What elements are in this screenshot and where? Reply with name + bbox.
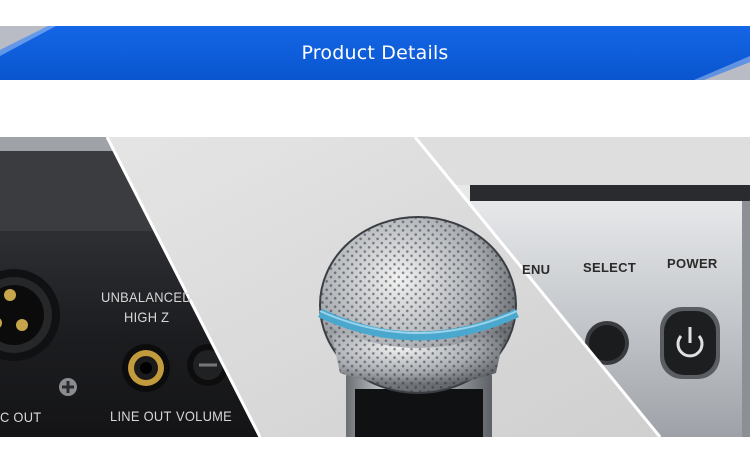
unbalanced-label: UNBALANCED [101, 289, 192, 305]
product-details-banner: Product Details [0, 26, 750, 80]
mic-out-label: C OUT [0, 409, 42, 425]
screw-icon [59, 378, 77, 396]
photo-artwork [0, 137, 750, 437]
product-photo-collage: UNBALANCED HIGH Z C OUT LINE OUT VOLUME … [0, 137, 750, 437]
menu-label: ENU [522, 262, 551, 277]
volume-label: VOLUME [176, 408, 233, 424]
high-z-label: HIGH Z [124, 309, 170, 325]
line-out-jack [122, 344, 170, 392]
select-label: SELECT [583, 260, 637, 275]
power-label: POWER [667, 256, 718, 271]
line-out-label: LINE OUT [110, 408, 172, 424]
power-button [660, 307, 720, 379]
banner-title: Product Details [301, 42, 449, 64]
